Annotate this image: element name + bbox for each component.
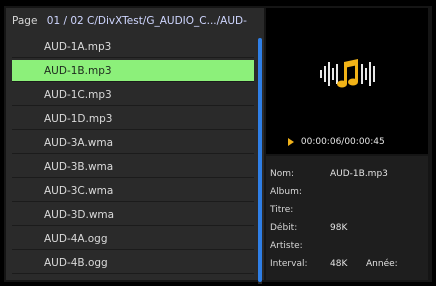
playback-time: 00:00:06/00:00:45: [288, 135, 385, 149]
debit-label: Débit:: [270, 223, 298, 233]
info-row-debit: Débit: 98K: [270, 222, 347, 234]
list-item[interactable]: AUD-1C.mp3: [12, 84, 254, 106]
list-item[interactable]: AUD-1A.mp3: [12, 36, 254, 58]
play-icon[interactable]: [288, 137, 294, 146]
page-path: 01 / 02 C/DivXTest/G_AUDIO_C.../AUD-: [46, 15, 247, 27]
annee-label: Année:: [366, 259, 398, 269]
titre-label: Titre:: [270, 205, 294, 215]
interval-label: Interval:: [270, 259, 308, 269]
info-row-interval: Interval: 48K Année:: [270, 258, 428, 270]
file-browser-panel: Page 01 / 02 C/DivXTest/G_AUDIO_C.../AUD…: [6, 8, 264, 284]
list-item[interactable]: AUD-4A.ogg: [12, 228, 254, 250]
info-row-artiste: Artiste:: [270, 240, 303, 252]
path-bar: Page 01 / 02 C/DivXTest/G_AUDIO_C.../AUD…: [12, 12, 262, 30]
info-row-album: Album:: [270, 186, 302, 198]
page-label: Page: [12, 15, 38, 27]
track-info-panel: Nom: AUD-1B.mp3 Album: Titre: Débit: 98K…: [266, 156, 428, 280]
info-row-titre: Titre:: [270, 204, 293, 216]
scrollbar-thumb[interactable]: [258, 38, 262, 282]
interval-value: 48K: [330, 259, 348, 269]
file-list: AUD-1A.mp3 AUD-1B.mp3 AUD-1C.mp3 AUD-1D.…: [12, 36, 254, 280]
list-item[interactable]: AUD-3D.wma: [12, 204, 254, 226]
artiste-label: Artiste:: [270, 241, 303, 251]
nom-label: Nom:: [270, 169, 295, 179]
list-item[interactable]: AUD-3A.wma: [12, 132, 254, 154]
audio-preview-pane: 00:00:06/00:00:45: [266, 8, 428, 154]
debit-value: 98K: [330, 223, 348, 233]
list-item[interactable]: AUD-4B.ogg: [12, 252, 254, 274]
music-note-icon: [320, 59, 375, 88]
playback-time-text: 00:00:06/00:00:45: [300, 137, 385, 147]
album-label: Album:: [270, 187, 302, 197]
list-item[interactable]: AUD-3C.wma: [12, 180, 254, 202]
list-item[interactable]: AUD-1D.mp3: [12, 108, 254, 130]
list-item[interactable]: AUD-3B.wma: [12, 156, 254, 178]
nom-value: AUD-1B.mp3: [330, 169, 388, 179]
info-row-nom: Nom: AUD-1B.mp3: [270, 168, 388, 180]
list-item-selected[interactable]: AUD-1B.mp3: [12, 60, 254, 82]
